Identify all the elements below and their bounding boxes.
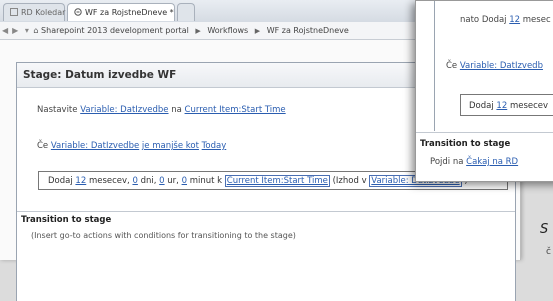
action-text: Pojdi na	[430, 157, 464, 167]
overlay-workflow-window: nato Dodaj 12 mesec Če Variable: DatIzve…	[415, 0, 553, 182]
action-text: ur,	[167, 176, 179, 186]
breadcrumb-item[interactable]: WF za RojstneDneve	[267, 26, 349, 35]
tab-rd-koledar[interactable]: RD Koledar	[3, 3, 65, 21]
condition-operator-link[interactable]: je manjše kot	[142, 141, 199, 151]
divider	[416, 132, 553, 133]
chevron-right-icon: ▶	[195, 27, 201, 35]
margin-text: č	[546, 247, 551, 257]
action-text: na	[171, 105, 182, 115]
home-icon[interactable]: ⌂	[33, 26, 38, 35]
add-time-action[interactable]: Dodaj 12 mesecev	[460, 94, 553, 116]
forward-icon[interactable]: ▶	[10, 26, 20, 35]
tab-label: RD Koledar	[21, 8, 66, 17]
new-tab-button[interactable]	[177, 3, 195, 21]
then-add-action: nato Dodaj 12 mesec	[460, 15, 551, 25]
condition-text: Če	[446, 61, 458, 71]
back-icon[interactable]: ◀	[0, 26, 10, 35]
target-date-link[interactable]: Current Item:Start Time	[224, 175, 330, 187]
set-value-link[interactable]: Current Item:Start Time	[185, 105, 286, 115]
set-variable-link[interactable]: Variable: DatIzvedbe	[80, 105, 168, 115]
breadcrumb-item[interactable]: Sharepoint 2013 development portal	[41, 26, 189, 35]
action-text: dni,	[140, 176, 157, 186]
dropdown-icon[interactable]: ▾	[23, 26, 31, 35]
months-link[interactable]: 12	[496, 101, 507, 111]
tab-wf-za-rojstnedneve[interactable]: WF za RojstneDneve * ✕	[67, 3, 187, 21]
workflow-icon	[74, 5, 82, 16]
action-text: mesecev	[509, 101, 549, 111]
page-icon	[10, 5, 18, 16]
divider	[17, 211, 515, 212]
transition-placeholder[interactable]: (Insert go-to actions with conditions fo…	[31, 231, 296, 240]
action-text: minut k	[189, 176, 223, 186]
hours-link[interactable]: 0	[159, 176, 164, 186]
months-link[interactable]: 12	[509, 15, 520, 25]
condition-value-link[interactable]: Today	[202, 141, 227, 151]
margin-text: S	[540, 222, 549, 237]
action-text: Nastavite	[37, 105, 78, 115]
goto-stage-action: Pojdi na Čakaj na RD	[430, 157, 518, 167]
set-variable-action: Nastavite Variable: DatIzvedbe na Curren…	[37, 105, 286, 115]
days-link[interactable]: 0	[132, 176, 137, 186]
minutes-link[interactable]: 0	[182, 176, 187, 186]
condition-variable-link[interactable]: Variable: DatIzvedb	[460, 61, 543, 71]
action-text: mesecev,	[88, 176, 130, 186]
action-text: Dodaj	[48, 176, 73, 186]
breadcrumb-item[interactable]: Workflows	[207, 26, 248, 35]
condition-variable-link[interactable]: Variable: DatIzvedbe	[51, 141, 139, 151]
action-text: mesec	[522, 15, 551, 25]
goto-stage-link[interactable]: Čakaj na RD	[466, 157, 518, 167]
chevron-right-icon: ▶	[254, 27, 261, 35]
action-text: Dodaj	[469, 101, 494, 111]
tab-label: WF za RojstneDneve *	[85, 8, 174, 17]
action-text: nato Dodaj	[460, 15, 507, 25]
if-condition: Če Variable: DatIzvedbe je manjše kot To…	[37, 141, 226, 151]
transition-heading: Transition to stage	[21, 215, 112, 225]
if-condition: Če Variable: DatIzvedb	[446, 61, 543, 71]
action-text: (Izhod v	[332, 176, 367, 186]
condition-text: Če	[37, 141, 49, 151]
months-link[interactable]: 12	[75, 176, 86, 186]
transition-heading: Transition to stage	[420, 139, 511, 149]
